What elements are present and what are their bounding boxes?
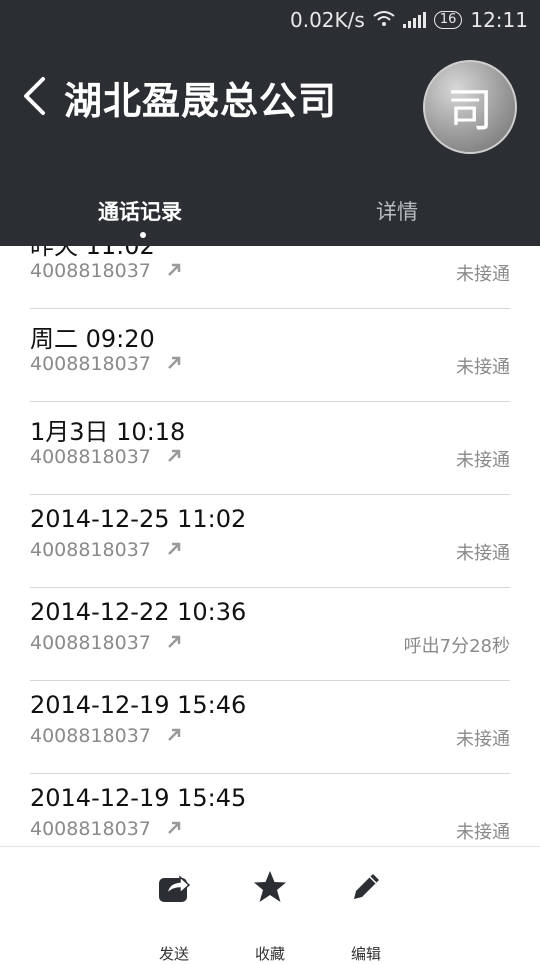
call-number: 4008818037 [30,725,151,747]
call-time: 昨天 11:02 [30,246,155,260]
call-time: 2014-12-19 15:46 [30,691,247,719]
outgoing-arrow-icon [168,542,181,555]
sim-badge: 16 [433,11,463,29]
call-time: 2014-12-22 10:36 [30,598,247,626]
back-button[interactable] [16,72,52,120]
call-status: 未接通 [456,543,510,564]
status-bar: 0.02K/s 16 12:11 [290,6,528,34]
app-header: 0.02K/s 16 12:11 湖北盈晟总公司 司 通话记录 详情 [0,0,540,246]
call-time: 周二 09:20 [30,325,155,353]
network-speed: 0.02K/s [290,8,365,32]
favorite-button[interactable]: 收藏 [230,863,310,963]
outgoing-arrow-icon [168,635,181,648]
signal-icon [402,12,426,28]
clock: 12:11 [470,8,528,32]
pencil-icon [354,874,379,899]
outgoing-arrow-icon [168,821,181,834]
outgoing-arrow-icon [168,728,181,741]
star-icon [254,871,286,902]
list-item[interactable]: 2014-12-19 15:45 4008818037 未接通 [30,774,510,846]
edit-button[interactable]: 编辑 [326,863,406,963]
tab-details[interactable]: 详情 [376,196,418,226]
call-status: 未接通 [456,729,510,750]
edit-label: 编辑 [350,945,381,963]
favorite-label: 收藏 [254,945,285,963]
tab-call-log[interactable]: 通话记录 [98,196,182,226]
call-status: 未接通 [456,822,510,843]
send-button[interactable]: 发送 [134,863,214,963]
list-item[interactable]: 1月3日 10:18 4008818037 未接通 [30,402,510,495]
chevron-left-icon [24,77,45,115]
call-number: 4008818037 [30,260,151,282]
list-item[interactable]: 2014-12-19 15:46 4008818037 未接通 [30,681,510,774]
wifi-icon [373,8,395,32]
share-icon [159,875,191,902]
call-status: 未接通 [456,450,510,471]
avatar[interactable]: 司 [423,60,517,154]
list-item[interactable]: 2014-12-22 10:36 4008818037 呼出7分28秒 [30,588,510,681]
outgoing-arrow-icon [168,449,181,462]
call-time: 1月3日 10:18 [30,418,186,446]
call-number: 4008818037 [30,446,151,468]
call-number: 4008818037 [30,539,151,561]
active-tab-indicator [140,232,146,238]
call-time: 2014-12-25 11:02 [30,505,247,533]
call-log-list[interactable]: 昨天 11:02 4008818037 未接通 周二 09:20 4008818… [0,246,540,846]
list-item[interactable]: 昨天 11:02 4008818037 未接通 [30,246,510,309]
call-status: 未接通 [456,357,510,378]
call-number: 4008818037 [30,818,151,840]
call-status: 呼出7分28秒 [403,636,510,657]
list-item[interactable]: 2014-12-25 11:02 4008818037 未接通 [30,495,510,588]
call-number: 4008818037 [30,632,151,654]
contact-title: 湖北盈晟总公司 [64,79,338,123]
call-time: 2014-12-19 15:45 [30,784,247,812]
call-status: 未接通 [456,264,510,285]
call-number: 4008818037 [30,353,151,375]
bottom-action-bar: 发送 收藏 编辑 [0,846,540,963]
list-item[interactable]: 周二 09:20 4008818037 未接通 [30,309,510,402]
outgoing-arrow-icon [168,356,181,369]
outgoing-arrow-icon [168,263,181,276]
send-label: 发送 [158,945,189,963]
